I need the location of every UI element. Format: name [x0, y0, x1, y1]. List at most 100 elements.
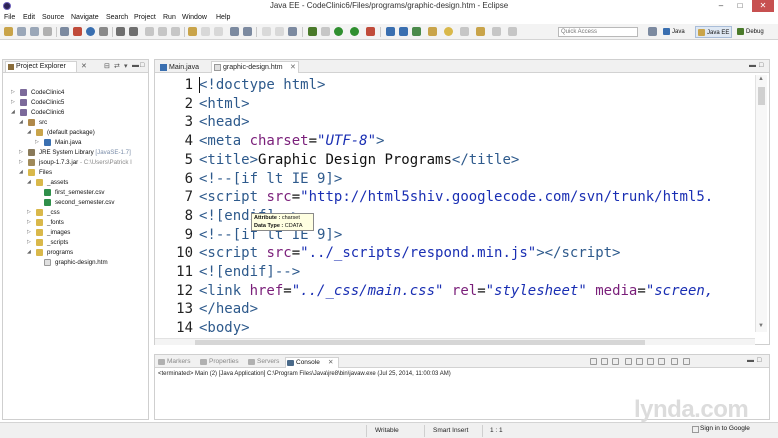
minimize-button[interactable]: –	[712, 0, 730, 12]
close-icon[interactable]: ✕	[81, 62, 87, 70]
toolbar-icon[interactable]	[444, 27, 453, 36]
word-wrap-icon[interactable]	[647, 358, 654, 365]
print-icon[interactable]	[43, 27, 52, 36]
tab-markers[interactable]: Markers	[157, 357, 197, 368]
pin-console-icon[interactable]	[658, 358, 665, 365]
debug-icon[interactable]	[308, 27, 317, 36]
run-icon[interactable]	[334, 27, 343, 36]
toolbar-icon[interactable]	[321, 27, 330, 36]
menu-help[interactable]: Help	[216, 14, 230, 21]
close-icon[interactable]: ✕	[328, 358, 333, 368]
globe-icon[interactable]	[86, 27, 95, 36]
chevron-right-icon[interactable]: ▷	[27, 208, 33, 217]
scrollbar-thumb[interactable]	[758, 87, 765, 105]
chevron-down-icon[interactable]: ◢	[11, 108, 17, 117]
menu-source[interactable]: Source	[42, 14, 64, 21]
chevron-down-icon[interactable]: ◢	[19, 118, 25, 127]
perspective-java-ee[interactable]: Java EE	[695, 26, 733, 38]
perspective-debug[interactable]: Debug	[735, 26, 766, 38]
chevron-right-icon[interactable]: ▷	[27, 238, 33, 247]
chevron-right-icon[interactable]: ▷	[27, 218, 33, 227]
toolbar-icon[interactable]	[230, 27, 239, 36]
minimize-view-icon[interactable]: ▬	[747, 357, 754, 364]
tab-console[interactable]: Console ✕	[285, 357, 339, 368]
toolbar-icon[interactable]	[428, 27, 437, 36]
chevron-right-icon[interactable]: ▷	[19, 148, 25, 157]
toolbar-icon[interactable]	[386, 27, 395, 36]
remove-all-icon[interactable]	[612, 358, 619, 365]
toolbar-icon[interactable]	[171, 27, 180, 36]
tab-main-java[interactable]: Main.java	[157, 61, 209, 73]
close-button[interactable]: ✕	[752, 0, 774, 12]
menu-window[interactable]: Window	[182, 14, 207, 21]
clear-console-icon[interactable]	[625, 358, 632, 365]
open-perspective-icon[interactable]	[648, 27, 657, 36]
toolbar-icon[interactable]	[145, 27, 154, 36]
menu-file[interactable]: File	[4, 14, 15, 21]
menu-project[interactable]: Project	[134, 14, 156, 21]
scrollbar-thumb[interactable]	[195, 340, 645, 345]
chevron-right-icon[interactable]: ▷	[11, 88, 17, 97]
scroll-down-icon[interactable]: ▼	[758, 323, 764, 329]
new-icon[interactable]	[4, 27, 13, 36]
tab-graphic-design-htm[interactable]: graphic-design.htm ✕	[211, 61, 299, 73]
perspective-java[interactable]: Java	[661, 26, 687, 38]
toolbar-icon[interactable]	[214, 27, 223, 36]
toolbar-icon[interactable]	[492, 27, 501, 36]
maximize-view-icon[interactable]: □	[759, 62, 763, 69]
toolbar-icon[interactable]	[129, 27, 138, 36]
chevron-right-icon[interactable]: ▷	[19, 158, 25, 167]
tab-properties[interactable]: Properties	[199, 357, 245, 368]
maximize-view-icon[interactable]: □	[140, 62, 144, 69]
toolbar-icon[interactable]	[508, 27, 517, 36]
chevron-right-icon[interactable]: ▷	[35, 138, 41, 147]
open-console-icon[interactable]	[683, 358, 690, 365]
scroll-up-icon[interactable]: ▲	[758, 76, 764, 82]
link-with-editor-icon[interactable]: ⇄	[114, 62, 120, 70]
run-icon[interactable]	[350, 27, 359, 36]
toolbar-icon[interactable]	[476, 27, 485, 36]
close-icon[interactable]: ✕	[290, 62, 296, 73]
sign-in-google-link[interactable]: Sign in to Google	[700, 425, 750, 432]
toolbar-icon[interactable]	[243, 27, 252, 36]
scroll-lock-icon[interactable]	[636, 358, 643, 365]
vertical-scrollbar[interactable]: ▲ ▼	[755, 75, 767, 332]
toolbar-icon[interactable]	[262, 27, 271, 36]
toolbar-icon[interactable]	[366, 27, 375, 36]
tab-project-explorer[interactable]: Project Explorer	[5, 61, 77, 72]
toolbar-icon[interactable]	[99, 27, 108, 36]
quick-access-input[interactable]: Quick Access	[558, 27, 638, 37]
toolbar-icon[interactable]	[460, 27, 469, 36]
chevron-right-icon[interactable]: ▷	[27, 228, 33, 237]
maximize-view-icon[interactable]: □	[757, 357, 761, 364]
toolbar-icon[interactable]	[188, 27, 197, 36]
toolbar-icon[interactable]	[412, 27, 421, 36]
toolbar-icon[interactable]	[399, 27, 408, 36]
maximize-button[interactable]: □	[731, 0, 749, 12]
save-icon[interactable]	[17, 27, 26, 36]
chevron-right-icon[interactable]: ▷	[11, 98, 17, 107]
menu-run[interactable]: Run	[163, 14, 176, 21]
menu-edit[interactable]: Edit	[23, 14, 35, 21]
remove-launch-icon[interactable]	[601, 358, 608, 365]
minimize-view-icon[interactable]: ▬	[749, 62, 756, 69]
chevron-down-icon[interactable]: ◢	[27, 178, 33, 187]
chevron-down-icon[interactable]: ◢	[19, 168, 25, 177]
minimize-view-icon[interactable]: ▬	[132, 62, 139, 69]
menu-navigate[interactable]: Navigate	[71, 14, 99, 21]
code-area[interactable]: 1 2 3 4 5 6 7 8 9 10 11 12 13 14 <!docty…	[155, 75, 755, 338]
terminate-icon[interactable]	[590, 358, 597, 365]
view-menu-icon[interactable]: ▾	[124, 62, 128, 70]
toolbar-icon[interactable]	[73, 27, 82, 36]
toolbar-icon[interactable]	[275, 27, 284, 36]
display-console-icon[interactable]	[671, 358, 678, 365]
toolbar-icon[interactable]	[288, 27, 297, 36]
toolbar-icon[interactable]	[116, 27, 125, 36]
toolbar-icon[interactable]	[158, 27, 167, 36]
menu-search[interactable]: Search	[106, 14, 128, 21]
toolbar-icon[interactable]	[201, 27, 210, 36]
collapse-all-icon[interactable]: ⊟	[104, 62, 110, 70]
save-all-icon[interactable]	[30, 27, 39, 36]
chevron-down-icon[interactable]: ◢	[27, 128, 33, 137]
chevron-down-icon[interactable]: ◢	[27, 248, 33, 257]
